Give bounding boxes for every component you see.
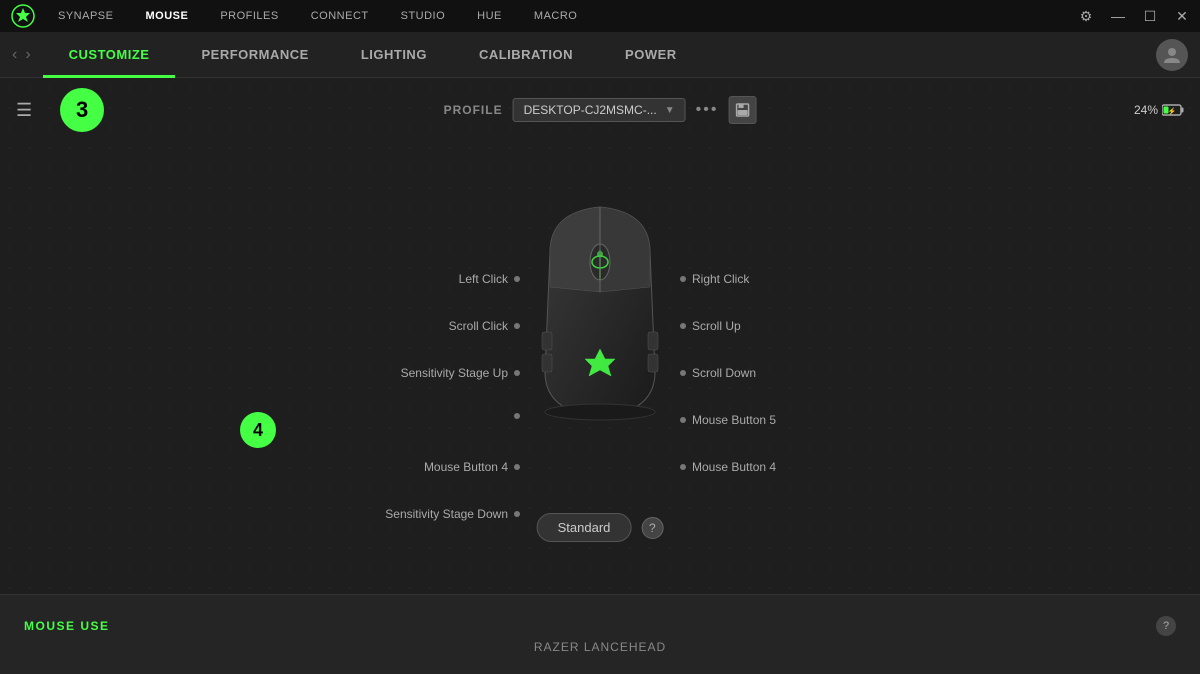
tab-synapse[interactable]: SYNAPSE [42,0,129,32]
tab-profiles[interactable]: PROFILES [204,0,294,32]
mouse-button-4-right-text: Mouse Button 4 [692,460,776,474]
mouse-image [520,192,680,437]
subnav-item-performance[interactable]: PERFORMANCE [175,32,334,78]
tab-macro[interactable]: MACRO [518,0,593,32]
subnav: ‹ › CUSTOMIZE PERFORMANCE LIGHTING CALIB… [0,32,1200,78]
standard-section: Standard ? [537,513,664,542]
profile-more-button[interactable]: ••• [696,101,719,119]
main-topbar: ☰ 3 PROFILE DESKTOP-CJ2MSMC-... ▼ ••• 24… [0,78,1200,142]
profile-dropdown[interactable]: DESKTOP-CJ2MSMC-... ▼ [513,98,686,122]
right-click-text: Right Click [692,272,749,286]
battery-percent: 24% [1134,103,1158,117]
maximize-button[interactable]: ☐ [1140,8,1160,25]
label-sensitivity-down[interactable]: Sensitivity Stage Down [385,507,520,521]
scroll-click-text: Scroll Click [449,319,508,333]
standard-button[interactable]: Standard [537,513,632,542]
label-mouse-button-5-right[interactable]: Mouse Button 5 [680,413,776,427]
device-name: RAZER LANCEHEAD [0,640,1200,662]
label-right-click[interactable]: Right Click [680,272,749,286]
bottom-bar: MOUSE USE ? RAZER LANCEHEAD [0,594,1200,674]
profile-name: DESKTOP-CJ2MSMC-... [524,103,657,117]
mouse-use-label: MOUSE USE [24,619,110,633]
titlebar-left: SYNAPSE MOUSE PROFILES CONNECT STUDIO HU… [8,0,593,32]
mouse-svg [520,192,680,432]
scroll-up-text: Scroll Up [692,319,741,333]
titlebar: SYNAPSE MOUSE PROFILES CONNECT STUDIO HU… [0,0,1200,32]
battery-icon: ⚡ [1162,104,1184,116]
scroll-down-text: Scroll Down [692,366,756,380]
label-sensitivity-up[interactable]: Sensitivity Stage Up [401,366,520,380]
subnav-item-power[interactable]: POWER [599,32,703,78]
back-arrow-icon[interactable]: ‹ [12,46,17,64]
profile-label: PROFILE [444,103,503,117]
main-content: ☰ 3 PROFILE DESKTOP-CJ2MSMC-... ▼ ••• 24… [0,78,1200,674]
subnav-items: CUSTOMIZE PERFORMANCE LIGHTING CALIBRATI… [43,32,1156,78]
settings-icon[interactable]: ⚙ [1076,8,1096,25]
mouse-button-5-right-text: Mouse Button 5 [692,413,776,427]
sensitivity-down-text: Sensitivity Stage Down [385,507,508,521]
mouse-button-4-right-dot [680,464,686,470]
tab-connect[interactable]: CONNECT [295,0,385,32]
bottom-bar-header: MOUSE USE ? [0,608,1200,640]
subnav-item-customize[interactable]: CUSTOMIZE [43,32,176,78]
subnav-item-calibration[interactable]: CALIBRATION [453,32,599,78]
close-button[interactable]: ✕ [1172,8,1192,25]
sensitivity-down-dot [514,511,520,517]
label-scroll-click[interactable]: Scroll Click [449,319,520,333]
profile-step-badge: 3 [60,88,104,132]
subnav-item-lighting[interactable]: LIGHTING [335,32,453,78]
battery-section: 24% ⚡ [1134,103,1184,117]
profile-section: PROFILE DESKTOP-CJ2MSMC-... ▼ ••• [444,96,757,124]
svg-text:⚡: ⚡ [1168,107,1177,116]
scroll-down-dot [680,370,686,376]
mouse-button-4-text: Mouse Button 4 [424,460,508,474]
label-left-click[interactable]: Left Click [459,272,520,286]
mouse-button-4-dot [514,464,520,470]
minimize-button[interactable]: — [1108,8,1128,24]
hamburger-icon[interactable]: ☰ [16,100,32,121]
mouse-button-5-right-dot [680,417,686,423]
label-mouse-button-4[interactable]: Mouse Button 4 [424,460,520,474]
dropdown-arrow-icon: ▼ [665,105,675,116]
left-click-text: Left Click [459,272,508,286]
forward-arrow-icon[interactable]: › [25,46,30,64]
tab-hue[interactable]: HUE [461,0,518,32]
subnav-arrows: ‹ › [12,46,31,64]
label-scroll-up[interactable]: Scroll Up [680,319,741,333]
step-4-badge: 4 [240,412,276,448]
label-mouse-button-4-right[interactable]: Mouse Button 4 [680,460,776,474]
standard-help-icon[interactable]: ? [641,517,663,539]
razer-logo-icon [8,1,38,31]
diagram-container: Left Click Scroll Click Sensitivity Stag… [0,142,1200,562]
tab-studio[interactable]: STUDIO [385,0,462,32]
right-click-dot [680,276,686,282]
nav-tabs: SYNAPSE MOUSE PROFILES CONNECT STUDIO HU… [42,0,593,32]
user-avatar[interactable] [1156,39,1188,71]
label-scroll-down[interactable]: Scroll Down [680,366,756,380]
sensitivity-up-text: Sensitivity Stage Up [401,366,508,380]
profile-save-icon[interactable] [728,96,756,124]
tab-mouse[interactable]: MOUSE [129,0,204,32]
bottom-help-icon[interactable]: ? [1156,616,1176,636]
titlebar-controls: ⚙ — ☐ ✕ [1076,8,1192,25]
scroll-up-dot [680,323,686,329]
